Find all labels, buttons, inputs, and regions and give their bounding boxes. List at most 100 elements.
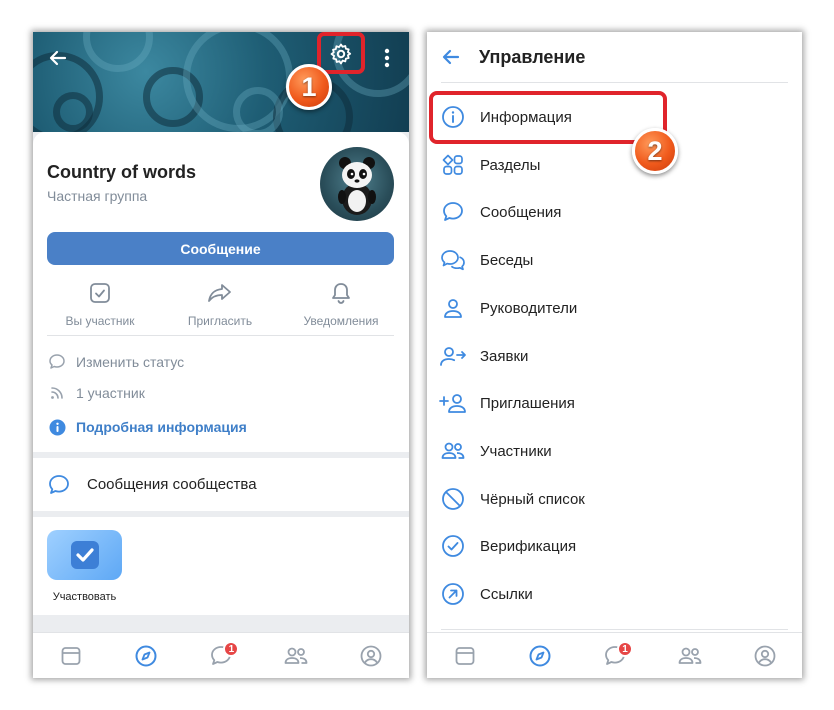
back-button[interactable]	[427, 32, 475, 82]
menu-item-label: Верификация	[480, 537, 577, 555]
menu-item-label: Чёрный список	[480, 490, 585, 508]
menu-item-chats[interactable]: Беседы	[439, 240, 789, 280]
menu-item-label: Беседы	[480, 251, 534, 269]
notifications-button[interactable]: Уведомления	[286, 280, 396, 328]
menu-item-label: Информация	[480, 108, 572, 126]
participate-button[interactable]	[47, 530, 122, 580]
profile-icon	[754, 645, 775, 666]
tab-news[interactable]	[33, 633, 108, 678]
community-messages-label: Сообщения сообщества	[87, 476, 257, 493]
block-icon	[442, 488, 464, 510]
step-callout-2: 2	[632, 128, 678, 174]
tab-bar: 1	[427, 632, 802, 678]
share-arrow-icon	[208, 284, 231, 302]
back-arrow-icon	[442, 49, 460, 65]
checkbox-icon	[90, 283, 110, 303]
detailed-info-label: Подробная информация	[76, 419, 247, 435]
management-header: Управление	[427, 32, 802, 82]
members-count-label: 1 участник	[76, 385, 145, 401]
participate-card: Участвовать	[33, 517, 409, 615]
tab-bar: 1	[33, 632, 409, 678]
menu-item-label: Руководители	[480, 299, 578, 317]
user-icon	[444, 299, 462, 318]
tab-friends[interactable]	[259, 633, 334, 678]
message-icon	[443, 202, 463, 221]
panda-avatar-image	[338, 157, 376, 215]
info-icon	[442, 106, 464, 128]
chats-icon	[441, 250, 465, 271]
tab-news[interactable]	[427, 633, 502, 678]
change-status-row[interactable]: Изменить статус	[47, 351, 184, 373]
bell-icon	[332, 283, 350, 304]
tab-friends[interactable]	[652, 633, 727, 678]
menu-item-blacklist[interactable]: Чёрный список	[439, 479, 789, 519]
page-title: Управление	[479, 46, 586, 67]
check-circle-icon	[442, 535, 464, 557]
tab-profile[interactable]	[727, 633, 802, 678]
tab-explore[interactable]	[108, 633, 183, 678]
settings-button[interactable]	[321, 34, 361, 74]
explore-icon	[529, 645, 550, 666]
tab-messages[interactable]: 1	[577, 633, 652, 678]
change-status-label: Изменить статус	[76, 354, 185, 370]
header-divider	[441, 82, 788, 83]
member-status-label: Вы участник	[65, 314, 135, 328]
news-icon	[455, 646, 474, 665]
menu-item-requests[interactable]: Заявки	[439, 336, 789, 376]
menu-item-invitations[interactable]: Приглашения	[439, 383, 789, 423]
back-button[interactable]	[38, 38, 78, 78]
step-callout-1: 1	[286, 64, 332, 110]
friends-icon	[284, 647, 308, 664]
more-button[interactable]	[367, 38, 407, 78]
user-requests-icon	[440, 347, 466, 366]
link-icon	[442, 583, 464, 605]
community-screen: Country of words Частная группа Сообщени…	[33, 32, 409, 678]
user-add-icon	[439, 394, 466, 413]
menu-item-label: Заявки	[480, 347, 529, 365]
profile-icon	[361, 645, 382, 666]
menu-item-label: Разделы	[480, 156, 541, 174]
messages-badge: 1	[223, 641, 240, 657]
speech-bubble-icon	[49, 354, 65, 369]
divider	[47, 335, 394, 336]
back-arrow-icon	[49, 50, 67, 66]
menu-item-label: Приглашения	[480, 394, 575, 412]
explore-icon	[135, 645, 157, 666]
message-button[interactable]: Сообщение	[47, 232, 394, 265]
menu-item-label: Ссылки	[480, 585, 533, 603]
menu-item-label: Сообщения	[480, 203, 562, 221]
menu-item-messages[interactable]: Сообщения	[439, 192, 789, 232]
news-icon	[61, 646, 80, 665]
sections-icon	[442, 154, 463, 175]
speech-bubble-icon	[49, 474, 69, 494]
member-status-button[interactable]: Вы участник	[45, 280, 155, 328]
friends-icon	[678, 647, 701, 664]
menu-item-info[interactable]: Информация	[439, 97, 789, 137]
gear-icon	[330, 43, 352, 65]
detailed-info-link[interactable]: Подробная информация	[47, 416, 247, 438]
messages-badge: 1	[617, 641, 633, 657]
participate-label: Участвовать	[52, 591, 117, 603]
cover-image	[33, 32, 409, 132]
notifications-label: Уведомления	[303, 314, 379, 328]
community-messages-row[interactable]: Сообщения сообщества	[33, 458, 409, 511]
menu-item-verification[interactable]: Верификация	[439, 526, 789, 566]
avatar[interactable]	[320, 147, 394, 221]
check-badge-icon	[70, 541, 99, 569]
invite-label: Пригласить	[187, 314, 253, 328]
invite-button[interactable]: Пригласить	[165, 280, 275, 328]
users-icon	[441, 442, 465, 459]
community-info-card: Country of words Частная группа Сообщени…	[33, 132, 409, 452]
bottom-divider	[441, 629, 788, 630]
tab-messages[interactable]: 1	[183, 633, 258, 678]
tab-profile[interactable]	[334, 633, 409, 678]
group-name: Country of words	[47, 162, 196, 182]
rss-icon	[51, 387, 63, 399]
menu-item-label: Участники	[480, 442, 552, 460]
members-count-row[interactable]: 1 участник	[47, 382, 145, 404]
menu-item-members[interactable]: Участники	[439, 431, 789, 471]
menu-item-managers[interactable]: Руководители	[439, 288, 789, 328]
menu-item-sections[interactable]: Разделы	[439, 145, 789, 185]
menu-item-links[interactable]: Ссылки	[439, 574, 789, 614]
tab-explore[interactable]	[502, 633, 577, 678]
